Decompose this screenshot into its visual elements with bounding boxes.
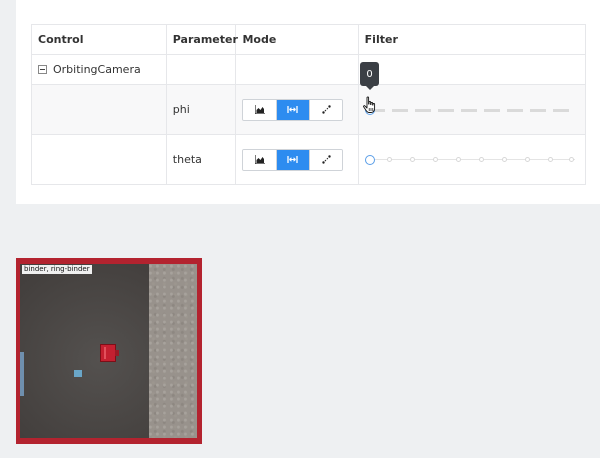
mode-histogram-button[interactable]	[243, 149, 277, 170]
group-cell: OrbitingCamera	[31, 54, 167, 85]
object-label: binder, ring-binder	[22, 265, 92, 274]
slider-step-dot[interactable]	[455, 156, 461, 162]
header-parameter: Parameter	[165, 24, 238, 55]
mode-toggle-group	[242, 98, 344, 121]
slider-step-dot[interactable]	[501, 156, 507, 162]
controls-panel: Control Parameter Mode Filter OrbitingCa…	[16, 0, 600, 204]
scatter-icon	[322, 105, 331, 114]
scene-stone-wall	[149, 264, 197, 438]
tree-node-orbiting-camera[interactable]: OrbitingCamera	[38, 63, 160, 76]
phi-filter-slider[interactable]	[364, 103, 575, 117]
histogram-icon	[254, 155, 265, 164]
binder-object	[100, 344, 119, 362]
slider-handle[interactable]	[364, 154, 375, 165]
slider-step-dot[interactable]	[432, 156, 438, 162]
sweep-icon	[287, 106, 299, 113]
empty-cell	[31, 84, 167, 135]
empty-cell	[235, 54, 359, 85]
slider-step-dot[interactable]	[478, 156, 484, 162]
sweep-icon	[287, 156, 299, 163]
filter-cell	[357, 134, 587, 185]
slider-value-tooltip: 0	[360, 62, 379, 90]
rendered-scene: binder, ring-binder	[20, 264, 197, 438]
empty-cell	[165, 54, 237, 85]
empty-cell	[357, 54, 587, 85]
mode-sweep-button[interactable]	[276, 99, 311, 120]
mode-toggle-group	[242, 148, 344, 171]
header-filter: Filter	[357, 24, 587, 55]
histogram-icon	[254, 105, 265, 114]
collapse-icon[interactable]	[38, 65, 47, 74]
table-row: phi	[31, 84, 587, 135]
empty-cell	[31, 134, 167, 185]
table-header-row: Control Parameter Mode Filter	[31, 24, 587, 55]
slider-step-dot[interactable]	[386, 156, 392, 162]
slider-track-dashed	[368, 108, 575, 112]
theta-filter-slider[interactable]	[364, 153, 575, 167]
parameter-name: phi	[165, 84, 237, 135]
slider-step-dot[interactable]	[524, 156, 530, 162]
header-mode: Mode	[235, 24, 359, 55]
slider-step-dot[interactable]	[409, 156, 415, 162]
mode-scatter-button[interactable]	[310, 149, 343, 170]
parameter-name: theta	[165, 134, 237, 185]
mode-sweep-button[interactable]	[276, 149, 311, 170]
tooltip-text: 0	[366, 68, 373, 80]
scene-left-trim	[20, 352, 24, 396]
group-name: OrbitingCamera	[53, 63, 141, 76]
mode-histogram-button[interactable]	[243, 99, 277, 120]
filter-cell	[357, 84, 587, 135]
small-blue-object	[74, 370, 82, 377]
camera-viewport[interactable]: binder, ring-binder	[16, 258, 202, 444]
mode-cell	[235, 84, 359, 135]
controls-table: Control Parameter Mode Filter OrbitingCa…	[31, 24, 587, 185]
hand-pointer-icon	[363, 96, 376, 113]
mode-scatter-button[interactable]	[310, 99, 343, 120]
slider-track-dotted	[368, 158, 575, 160]
slider-step-dot[interactable]	[547, 156, 553, 162]
slider-step-dot[interactable]	[568, 156, 574, 162]
table-row: theta	[31, 134, 587, 185]
mode-cell	[235, 134, 359, 185]
scatter-icon	[322, 155, 331, 164]
header-control: Control	[31, 24, 167, 55]
table-row-group: OrbitingCamera	[31, 54, 587, 85]
